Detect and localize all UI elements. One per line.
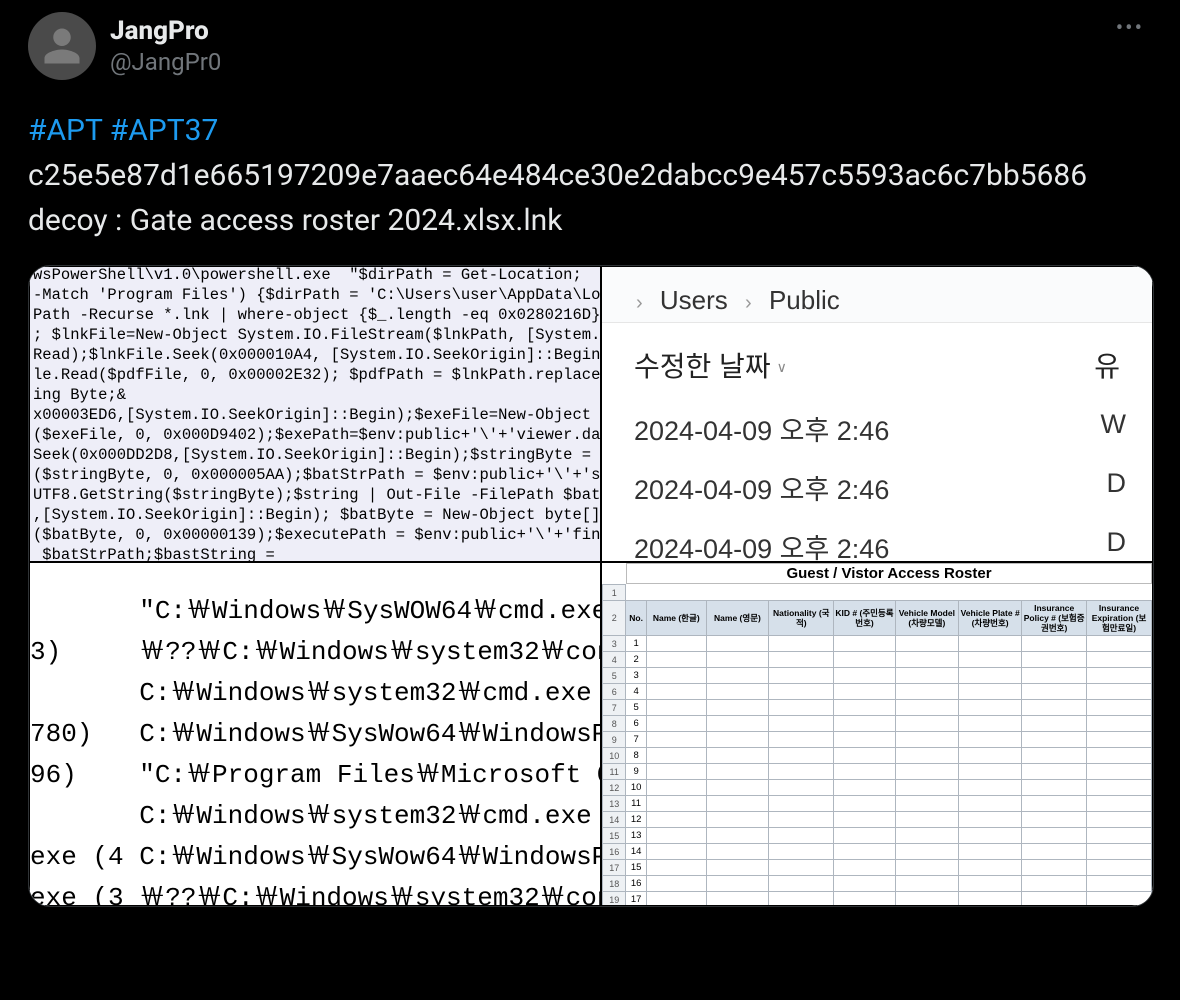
- decoy-line: decoy : Gate access roster 2024.xlsx.lnk: [28, 203, 562, 238]
- file-row[interactable]: 2024-04-09 오후 2:46D: [634, 517, 1120, 562]
- file-row[interactable]: 2024-04-09 오후 2:46W: [634, 399, 1120, 458]
- hashtag-apt37[interactable]: #APT37: [110, 113, 219, 148]
- display-name[interactable]: JangPro: [110, 16, 1094, 47]
- crumb-users[interactable]: Users: [660, 285, 728, 315]
- media-image-2[interactable]: › Users › Public 수정한 날짜 ∨ 유 2024-04-09 오후…: [601, 266, 1153, 562]
- avatar[interactable]: [28, 12, 96, 80]
- user-block: JangPro @JangPr0: [110, 12, 1094, 78]
- media-image-4[interactable]: Guest / Vistor Access Roster 12No.Name (…: [601, 562, 1153, 906]
- media-image-3[interactable]: "C:￦Windows￦SysWOW64￦cmd.exe 3) ￦??￦C:￦W…: [29, 562, 601, 906]
- decoy-filename: Gate access roster 2024.xlsx.lnk: [130, 203, 563, 238]
- breadcrumb: › Users › Public: [602, 267, 1152, 323]
- col-type: 유: [1094, 345, 1120, 385]
- column-header[interactable]: 수정한 날짜 ∨ 유: [602, 323, 1152, 399]
- hash-value: c25e5e87d1e665197209e7aaec64e484ce30e2da…: [28, 158, 1087, 193]
- sheet-title: Guest / Vistor Access Roster: [626, 563, 1152, 584]
- tweet-container: JangPro @JangPr0 ••• #APT #APT37 c25e5e8…: [0, 0, 1180, 919]
- hashtag-apt[interactable]: #APT: [28, 113, 102, 148]
- powershell-code: wsPowerShell\v1.0\powershell.exe "$dirPa…: [30, 266, 600, 562]
- spreadsheet-table: 12No.Name (한글)Name (영문)Nationality (국적)K…: [602, 584, 1152, 906]
- media-grid[interactable]: wsPowerShell\v1.0\powershell.exe "$dirPa…: [28, 265, 1154, 907]
- chevron-right-icon: ›: [745, 292, 752, 314]
- tweet-body: #APT #APT37 c25e5e87d1e665197209e7aaec64…: [28, 108, 1152, 243]
- chevron-down-icon: ∨: [777, 359, 787, 375]
- tweet-header: JangPro @JangPr0 •••: [28, 12, 1152, 80]
- more-menu-button[interactable]: •••: [1108, 12, 1152, 45]
- decoy-label: decoy :: [28, 203, 130, 238]
- cmd-paths: "C:￦Windows￦SysWOW64￦cmd.exe 3) ￦??￦C:￦W…: [30, 589, 600, 906]
- col-modified-date: 수정한 날짜: [634, 351, 771, 382]
- crumb-public[interactable]: Public: [769, 285, 840, 315]
- chevron-right-icon: ›: [636, 292, 643, 314]
- person-icon: [41, 25, 83, 67]
- file-row[interactable]: 2024-04-09 오후 2:46D: [634, 458, 1120, 517]
- user-handle[interactable]: @JangPr0: [110, 47, 1094, 78]
- date-list: 2024-04-09 오후 2:46W 2024-04-09 오후 2:46D …: [602, 399, 1152, 562]
- media-image-1[interactable]: wsPowerShell\v1.0\powershell.exe "$dirPa…: [29, 266, 601, 562]
